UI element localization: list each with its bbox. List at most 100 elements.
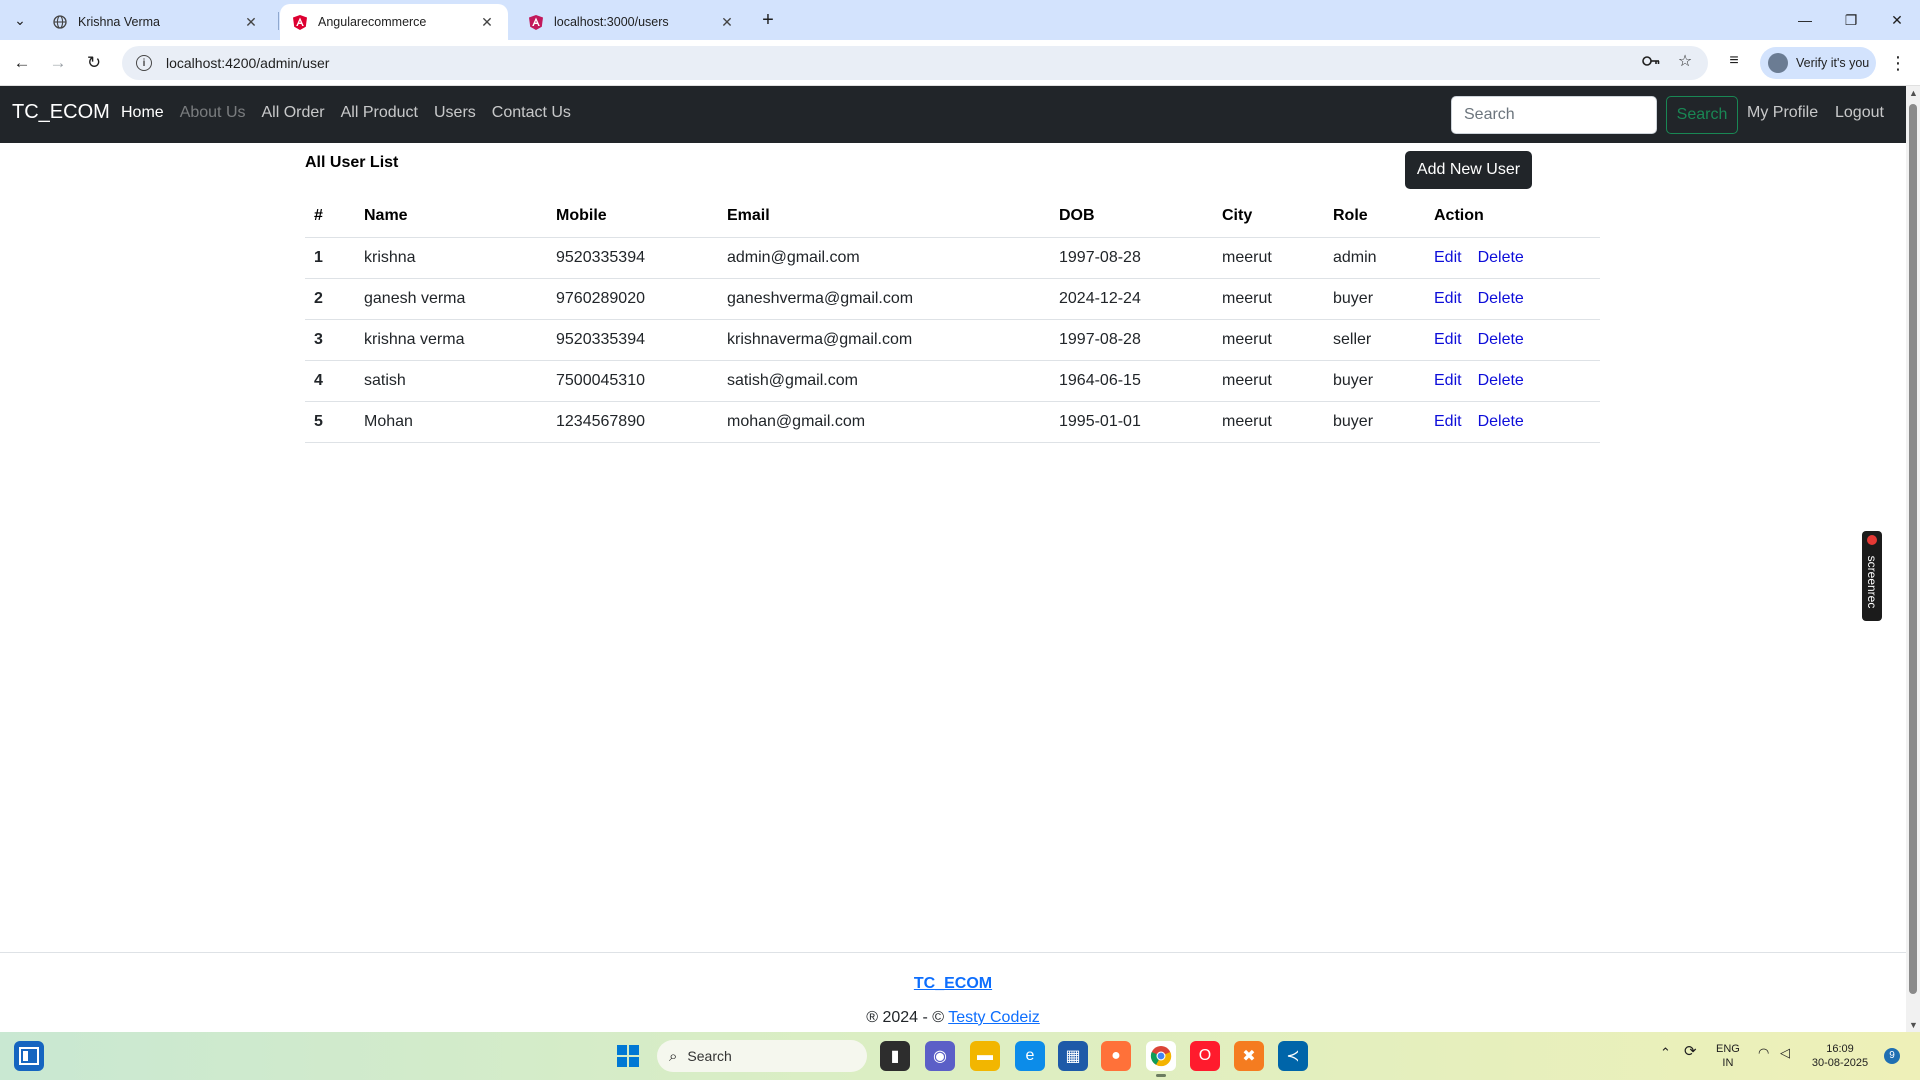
- table-row: 5 Mohan 1234567890 mohan@gmail.com 1995-…: [305, 401, 1600, 443]
- column-header-index: #: [305, 196, 355, 238]
- wifi-icon[interactable]: ◠: [1758, 1046, 1769, 1060]
- table-row: 4 satish 7500045310 satish@gmail.com 196…: [305, 360, 1600, 402]
- table-row: 3 krishna verma 9520335394 krishnaverma@…: [305, 319, 1600, 361]
- password-key-icon[interactable]: [1638, 48, 1664, 74]
- tray-chevron-up-icon[interactable]: ⌃: [1660, 1046, 1671, 1060]
- forward-arrow-icon[interactable]: →: [46, 51, 70, 75]
- reload-icon[interactable]: ↻: [82, 51, 106, 75]
- teams-chat-icon[interactable]: ◉: [925, 1041, 955, 1071]
- add-new-user-button[interactable]: Add New User: [1405, 151, 1532, 189]
- cell-action: Edit Delete: [1425, 278, 1600, 320]
- nav-link-about-us[interactable]: About Us: [180, 104, 246, 122]
- cell-action: Edit Delete: [1425, 360, 1600, 402]
- cell-name: Mohan: [355, 401, 547, 443]
- verify-profile-button[interactable]: Verify it's you: [1760, 47, 1876, 79]
- footer-brand-link[interactable]: TC_ECOM: [0, 975, 1906, 993]
- cell-name: ganesh verma: [355, 278, 547, 320]
- delete-link[interactable]: Delete: [1478, 290, 1524, 307]
- restore-icon[interactable]: ❐: [1828, 0, 1874, 40]
- nav-link-users[interactable]: Users: [434, 104, 476, 122]
- file-explorer-icon[interactable]: ▬: [970, 1041, 1000, 1071]
- microsoft-store-icon[interactable]: ▦: [1058, 1041, 1088, 1071]
- volume-icon[interactable]: ◁: [1780, 1046, 1790, 1060]
- cell-email: krishnaverma@gmail.com: [718, 319, 1050, 361]
- navbar-search-input[interactable]: Search: [1451, 96, 1657, 134]
- delete-link[interactable]: Delete: [1478, 372, 1524, 389]
- delete-link[interactable]: Delete: [1478, 331, 1524, 348]
- minimize-icon[interactable]: —: [1782, 0, 1828, 40]
- table-row: 1 krishna 9520335394 admin@gmail.com 199…: [305, 237, 1600, 279]
- footer-author-link[interactable]: Testy Codeiz: [948, 1009, 1040, 1026]
- cell-city: meerut: [1213, 401, 1324, 443]
- cell-index: 2: [305, 278, 355, 320]
- clock-time: 16:09: [1826, 1043, 1854, 1055]
- scroll-down-arrow-icon[interactable]: ▼: [1909, 1020, 1918, 1030]
- table-header-row: # Name Mobile Email DOB City Role Action: [305, 196, 1600, 238]
- column-header-city: City: [1213, 196, 1324, 238]
- nav-link-contact-us[interactable]: Contact Us: [492, 104, 571, 122]
- task-view-icon[interactable]: ▮: [880, 1041, 910, 1071]
- language-bottom: IN: [1722, 1057, 1734, 1069]
- scrollbar-thumb[interactable]: [1909, 104, 1917, 994]
- bookmark-star-icon[interactable]: ☆: [1672, 48, 1698, 74]
- taskbar-search-box[interactable]: ⌕ Search: [657, 1040, 867, 1072]
- windows-start-icon[interactable]: [613, 1041, 643, 1071]
- edit-link[interactable]: Edit: [1434, 331, 1462, 348]
- page-viewport: TC_ECOM Home About Us All Order All Prod…: [0, 86, 1906, 1032]
- notification-count-badge[interactable]: 9: [1884, 1048, 1900, 1064]
- nav-link-my-profile[interactable]: My Profile: [1747, 104, 1818, 122]
- close-icon[interactable]: ✕: [478, 13, 496, 31]
- cell-role: buyer: [1324, 278, 1425, 320]
- search-icon: ⌕: [669, 1047, 678, 1065]
- edit-link[interactable]: Edit: [1434, 372, 1462, 389]
- site-info-icon[interactable]: i: [136, 55, 152, 71]
- edit-link[interactable]: Edit: [1434, 290, 1462, 307]
- edge-browser-icon[interactable]: e: [1015, 1041, 1045, 1071]
- verify-label: Verify it's you: [1796, 56, 1870, 70]
- url-text: localhost:4200/admin/user: [166, 55, 330, 71]
- app-navbar: TC_ECOM Home About Us All Order All Prod…: [0, 86, 1906, 143]
- tab-separator: [278, 12, 279, 30]
- screenrec-badge[interactable]: screenrec: [1862, 531, 1882, 621]
- edit-link[interactable]: Edit: [1434, 413, 1462, 430]
- navbar-brand[interactable]: TC_ECOM: [12, 101, 110, 124]
- delete-link[interactable]: Delete: [1478, 249, 1524, 266]
- media-queue-icon[interactable]: ≡: [1721, 48, 1747, 74]
- scroll-up-arrow-icon[interactable]: ▲: [1909, 88, 1918, 98]
- window-close-icon[interactable]: ✕: [1874, 0, 1920, 40]
- xampp-icon[interactable]: ✖: [1234, 1041, 1264, 1071]
- page-title: All User List: [305, 154, 399, 171]
- sync-icon[interactable]: ⟳: [1684, 1044, 1697, 1059]
- browser-menu-icon[interactable]: ⋮: [1886, 51, 1910, 75]
- table-row: 2 ganesh verma 9760289020 ganeshverma@gm…: [305, 278, 1600, 320]
- opera-icon[interactable]: O: [1190, 1041, 1220, 1071]
- address-bar[interactable]: i localhost:4200/admin/user: [122, 46, 1708, 80]
- firefox-icon[interactable]: ●: [1101, 1041, 1131, 1071]
- nav-link-home[interactable]: Home: [121, 104, 164, 122]
- cell-dob: 1995-01-01: [1050, 401, 1213, 443]
- cell-action: Edit Delete: [1425, 401, 1600, 443]
- vscode-icon[interactable]: ≺: [1278, 1041, 1308, 1071]
- chrome-icon[interactable]: [1146, 1041, 1176, 1071]
- user-table: # Name Mobile Email DOB City Role Action…: [305, 196, 1600, 443]
- edit-link[interactable]: Edit: [1434, 249, 1462, 266]
- new-tab-plus-icon[interactable]: +: [756, 8, 780, 32]
- tab-localhost-users[interactable]: localhost:3000/users ✕: [516, 4, 748, 40]
- cell-mobile: 9520335394: [547, 237, 718, 279]
- widgets-icon[interactable]: [14, 1041, 44, 1071]
- language-indicator[interactable]: ENG IN: [1716, 1042, 1740, 1070]
- nav-link-all-order[interactable]: All Order: [262, 104, 325, 122]
- tab-angularecommerce[interactable]: Angularecommerce ✕: [280, 4, 508, 40]
- page-scrollbar[interactable]: ▲ ▼: [1906, 86, 1920, 1032]
- close-icon[interactable]: ✕: [242, 13, 260, 31]
- tab-krishna-verma[interactable]: Krishna Verma ✕: [40, 4, 272, 40]
- clock[interactable]: 16:09 30-08-2025: [1808, 1042, 1872, 1070]
- delete-link[interactable]: Delete: [1478, 413, 1524, 430]
- tab-search-chevron-icon[interactable]: ⌄: [8, 8, 32, 32]
- close-icon[interactable]: ✕: [718, 13, 736, 31]
- back-arrow-icon[interactable]: ←: [10, 51, 34, 75]
- nav-link-logout[interactable]: Logout: [1835, 104, 1884, 122]
- avatar: [1768, 53, 1788, 73]
- navbar-search-button[interactable]: Search: [1666, 96, 1738, 134]
- nav-link-all-product[interactable]: All Product: [341, 104, 418, 122]
